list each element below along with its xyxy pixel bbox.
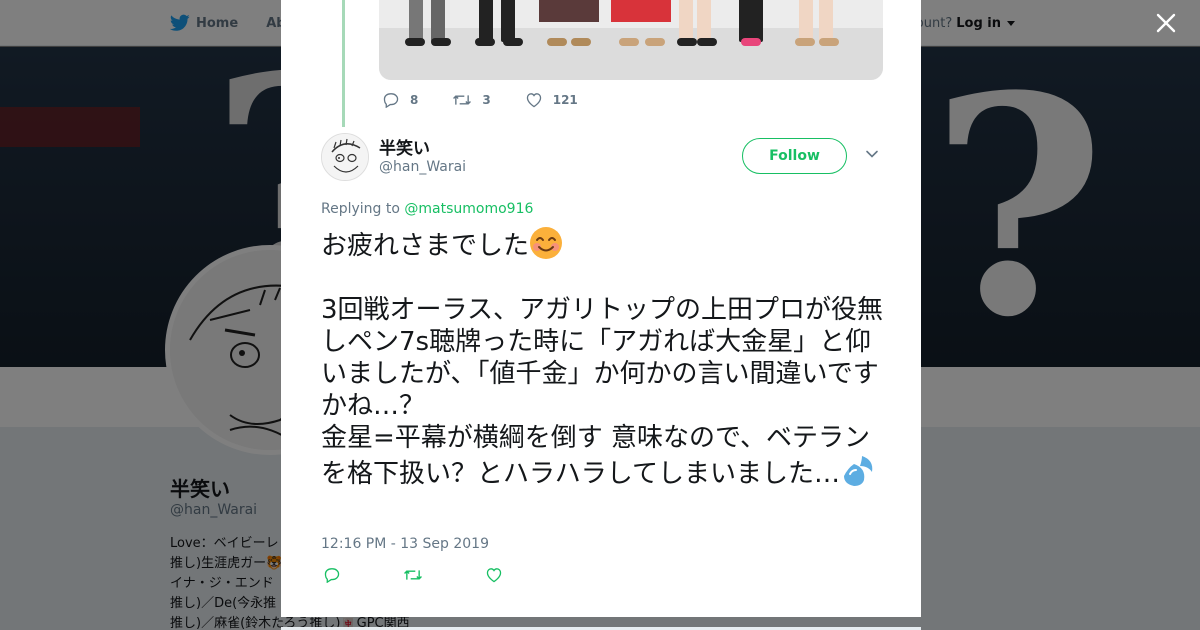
photo-figure — [571, 38, 591, 46]
photo-figure — [479, 0, 493, 42]
thread-connector-line — [342, 0, 345, 127]
replying-to-line: Replying to @matsumomo916 — [321, 201, 533, 217]
tweet-text: お疲れさまでした 3回戦オーラス、アガリトップの上田プロが役無しペン7s聴牌った… — [321, 226, 886, 490]
photo-figure — [611, 0, 671, 22]
tweet-text-line: お疲れさまでした — [321, 231, 530, 261]
photo-figure — [475, 38, 495, 46]
photo-figure — [619, 38, 639, 46]
replying-prefix: Replying to — [321, 201, 400, 217]
tweet-author-row: 半笑い @han_Warai Follow — [321, 133, 881, 183]
photo-figure — [501, 0, 515, 42]
tweet-timestamp[interactable]: 12:16 PM - 13 Sep 2019 — [321, 536, 489, 552]
tweet-text-paragraph: 3回戦オーラス、アガリトップの上田プロが役無しペン7s聴牌った時に「アガれば大金… — [321, 295, 884, 421]
tweet-actions — [323, 567, 565, 583]
retweet-action[interactable]: 3 — [452, 93, 491, 107]
heart-icon — [526, 93, 541, 108]
like-count: 121 — [552, 93, 578, 107]
reply-action[interactable]: 8 — [382, 92, 418, 108]
previous-tweet-photo[interactable] — [379, 0, 883, 80]
author-name[interactable]: 半笑い — [379, 134, 430, 159]
previous-tweet-actions: 8 3 121 — [382, 92, 612, 108]
photo-figure — [405, 38, 425, 46]
author-avatar-drawing — [322, 134, 368, 180]
reply-icon[interactable] — [323, 567, 341, 583]
photo-figure — [799, 0, 813, 42]
close-icon — [1156, 13, 1176, 33]
photo-figure — [795, 38, 815, 46]
reply-count: 8 — [410, 93, 419, 107]
tweet-permalink-modal: 8 3 121 半笑い @han_Warai Follow Replying t… — [281, 0, 921, 617]
photo-figure — [547, 38, 567, 46]
photo-figure — [739, 0, 763, 42]
chevron-down-icon[interactable] — [865, 147, 879, 161]
photo-figure — [645, 38, 665, 46]
sweat-droplets-icon — [843, 456, 873, 486]
heart-icon[interactable] — [485, 567, 503, 583]
like-action[interactable]: 121 — [525, 92, 578, 108]
photo-figure — [741, 38, 761, 46]
photo-figure — [697, 38, 717, 46]
photo-figure — [409, 0, 423, 42]
close-button[interactable] — [1152, 10, 1180, 38]
retweet-count: 3 — [482, 93, 491, 107]
photo-figure — [503, 38, 523, 46]
author-avatar[interactable] — [321, 133, 369, 181]
photo-figure — [819, 38, 839, 46]
photo-figure — [431, 0, 445, 42]
photo-figure — [819, 0, 833, 42]
retweet-icon — [453, 95, 472, 105]
reply-icon — [383, 93, 399, 108]
author-handle[interactable]: @han_Warai — [379, 159, 466, 175]
follow-button[interactable]: Follow — [742, 138, 847, 174]
photo-figure — [679, 0, 693, 42]
replying-mention-link[interactable]: @matsumomo916 — [404, 201, 533, 217]
smiling-face-icon — [530, 227, 563, 259]
tweet-text-paragraph: 金星=平幕が横綱を倒す 意味なので、ベテランを格下扱い？とハラハラしてしまいまし… — [321, 423, 871, 489]
photo-figure — [677, 38, 697, 46]
photo-figure — [539, 0, 599, 22]
retweet-icon[interactable] — [403, 568, 423, 582]
photo-figure — [697, 0, 711, 42]
photo-figure — [431, 38, 451, 46]
